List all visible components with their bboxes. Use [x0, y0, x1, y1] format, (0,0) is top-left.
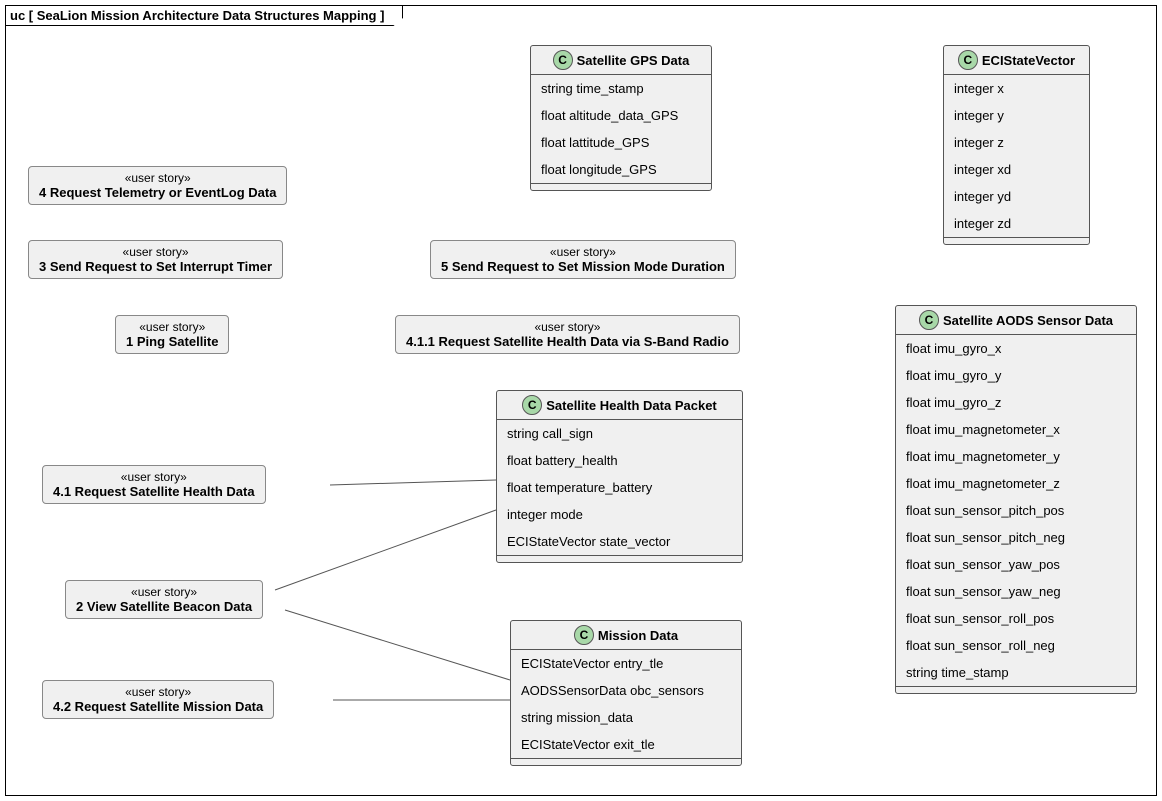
class-attr: AODSSensorData obc_sensors [511, 677, 741, 704]
story-411: «user story» 4.1.1 Request Satellite Hea… [395, 315, 740, 354]
story-42-stereo: «user story» [53, 685, 263, 699]
class-health-header: C Satellite Health Data Packet [497, 391, 742, 420]
class-attr: integer z [944, 129, 1089, 156]
class-attr: string call_sign [497, 420, 742, 447]
class-attr: float sun_sensor_yaw_neg [896, 578, 1136, 605]
class-gps-name: Satellite GPS Data [577, 53, 690, 68]
class-health: C Satellite Health Data Packet string ca… [496, 390, 743, 563]
class-icon: C [919, 310, 939, 330]
class-gps: C Satellite GPS Data string time_stamp f… [530, 45, 712, 191]
story-5-title: 5 Send Request to Set Mission Mode Durat… [441, 259, 725, 274]
story-2-stereo: «user story» [76, 585, 252, 599]
class-attr: float battery_health [497, 447, 742, 474]
class-attr: string time_stamp [531, 75, 711, 102]
story-1-stereo: «user story» [126, 320, 218, 334]
class-attr: float altitude_data_GPS [531, 102, 711, 129]
class-attr: integer yd [944, 183, 1089, 210]
class-attr: integer xd [944, 156, 1089, 183]
story-3-title: 3 Send Request to Set Interrupt Timer [39, 259, 272, 274]
class-attr: float imu_magnetometer_z [896, 470, 1136, 497]
class-attr: float sun_sensor_pitch_neg [896, 524, 1136, 551]
class-icon: C [553, 50, 573, 70]
class-attr: float imu_magnetometer_y [896, 443, 1136, 470]
class-attr: float longitude_GPS [531, 156, 711, 183]
story-411-title: 4.1.1 Request Satellite Health Data via … [406, 334, 729, 349]
class-icon: C [522, 395, 542, 415]
class-mission: C Mission Data ECIStateVector entry_tle … [510, 620, 742, 766]
story-42-title: 4.2 Request Satellite Mission Data [53, 699, 263, 714]
class-icon: C [958, 50, 978, 70]
class-aods-attrs: float imu_gyro_x float imu_gyro_y float … [896, 335, 1136, 686]
story-1-title: 1 Ping Satellite [126, 334, 218, 349]
class-attr: float imu_gyro_z [896, 389, 1136, 416]
story-41-title: 4.1 Request Satellite Health Data [53, 484, 255, 499]
class-footer [531, 183, 711, 190]
class-icon: C [574, 625, 594, 645]
frame-title: uc [ SeaLion Mission Architecture Data S… [5, 5, 403, 26]
class-gps-attrs: string time_stamp float altitude_data_GP… [531, 75, 711, 183]
class-health-attrs: string call_sign float battery_health fl… [497, 420, 742, 555]
class-attr: float sun_sensor_roll_neg [896, 632, 1136, 659]
class-attr: float lattitude_GPS [531, 129, 711, 156]
class-attr: integer mode [497, 501, 742, 528]
class-footer [511, 758, 741, 765]
class-attr: ECIStateVector entry_tle [511, 650, 741, 677]
story-2-title: 2 View Satellite Beacon Data [76, 599, 252, 614]
class-footer [896, 686, 1136, 693]
story-5: «user story» 5 Send Request to Set Missi… [430, 240, 736, 279]
class-footer [497, 555, 742, 562]
class-mission-header: C Mission Data [511, 621, 741, 650]
story-2: «user story» 2 View Satellite Beacon Dat… [65, 580, 263, 619]
story-411-stereo: «user story» [406, 320, 729, 334]
story-41-stereo: «user story» [53, 470, 255, 484]
class-attr: float imu_gyro_y [896, 362, 1136, 389]
class-aods-name: Satellite AODS Sensor Data [943, 313, 1113, 328]
class-eci: C ECIStateVector integer x integer y int… [943, 45, 1090, 245]
class-attr: float imu_magnetometer_x [896, 416, 1136, 443]
class-attr: float temperature_battery [497, 474, 742, 501]
class-attr: float sun_sensor_roll_pos [896, 605, 1136, 632]
story-41: «user story» 4.1 Request Satellite Healt… [42, 465, 266, 504]
class-attr: float sun_sensor_yaw_pos [896, 551, 1136, 578]
story-4: «user story» 4 Request Telemetry or Even… [28, 166, 287, 205]
story-3: «user story» 3 Send Request to Set Inter… [28, 240, 283, 279]
story-5-stereo: «user story» [441, 245, 725, 259]
class-mission-attrs: ECIStateVector entry_tle AODSSensorData … [511, 650, 741, 758]
class-attr: string mission_data [511, 704, 741, 731]
class-gps-header: C Satellite GPS Data [531, 46, 711, 75]
class-attr: float sun_sensor_pitch_pos [896, 497, 1136, 524]
story-4-stereo: «user story» [39, 171, 276, 185]
class-attr: string time_stamp [896, 659, 1136, 686]
class-attr: integer x [944, 75, 1089, 102]
class-eci-attrs: integer x integer y integer z integer xd… [944, 75, 1089, 237]
story-4-title: 4 Request Telemetry or EventLog Data [39, 185, 276, 200]
class-attr: float imu_gyro_x [896, 335, 1136, 362]
class-footer [944, 237, 1089, 244]
class-mission-name: Mission Data [598, 628, 678, 643]
story-42: «user story» 4.2 Request Satellite Missi… [42, 680, 274, 719]
class-attr: integer zd [944, 210, 1089, 237]
class-aods-header: C Satellite AODS Sensor Data [896, 306, 1136, 335]
story-1: «user story» 1 Ping Satellite [115, 315, 229, 354]
class-eci-header: C ECIStateVector [944, 46, 1089, 75]
class-aods: C Satellite AODS Sensor Data float imu_g… [895, 305, 1137, 694]
class-eci-name: ECIStateVector [982, 53, 1075, 68]
class-attr: ECIStateVector state_vector [497, 528, 742, 555]
class-attr: ECIStateVector exit_tle [511, 731, 741, 758]
class-attr: integer y [944, 102, 1089, 129]
class-health-name: Satellite Health Data Packet [546, 398, 717, 413]
story-3-stereo: «user story» [39, 245, 272, 259]
